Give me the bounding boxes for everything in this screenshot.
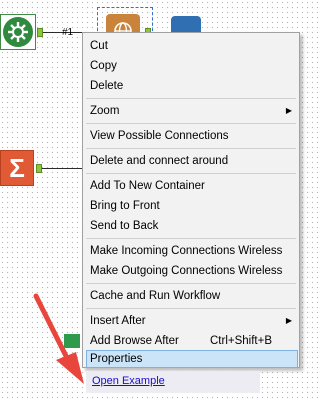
- annotation-arrow-icon: [33, 293, 84, 384]
